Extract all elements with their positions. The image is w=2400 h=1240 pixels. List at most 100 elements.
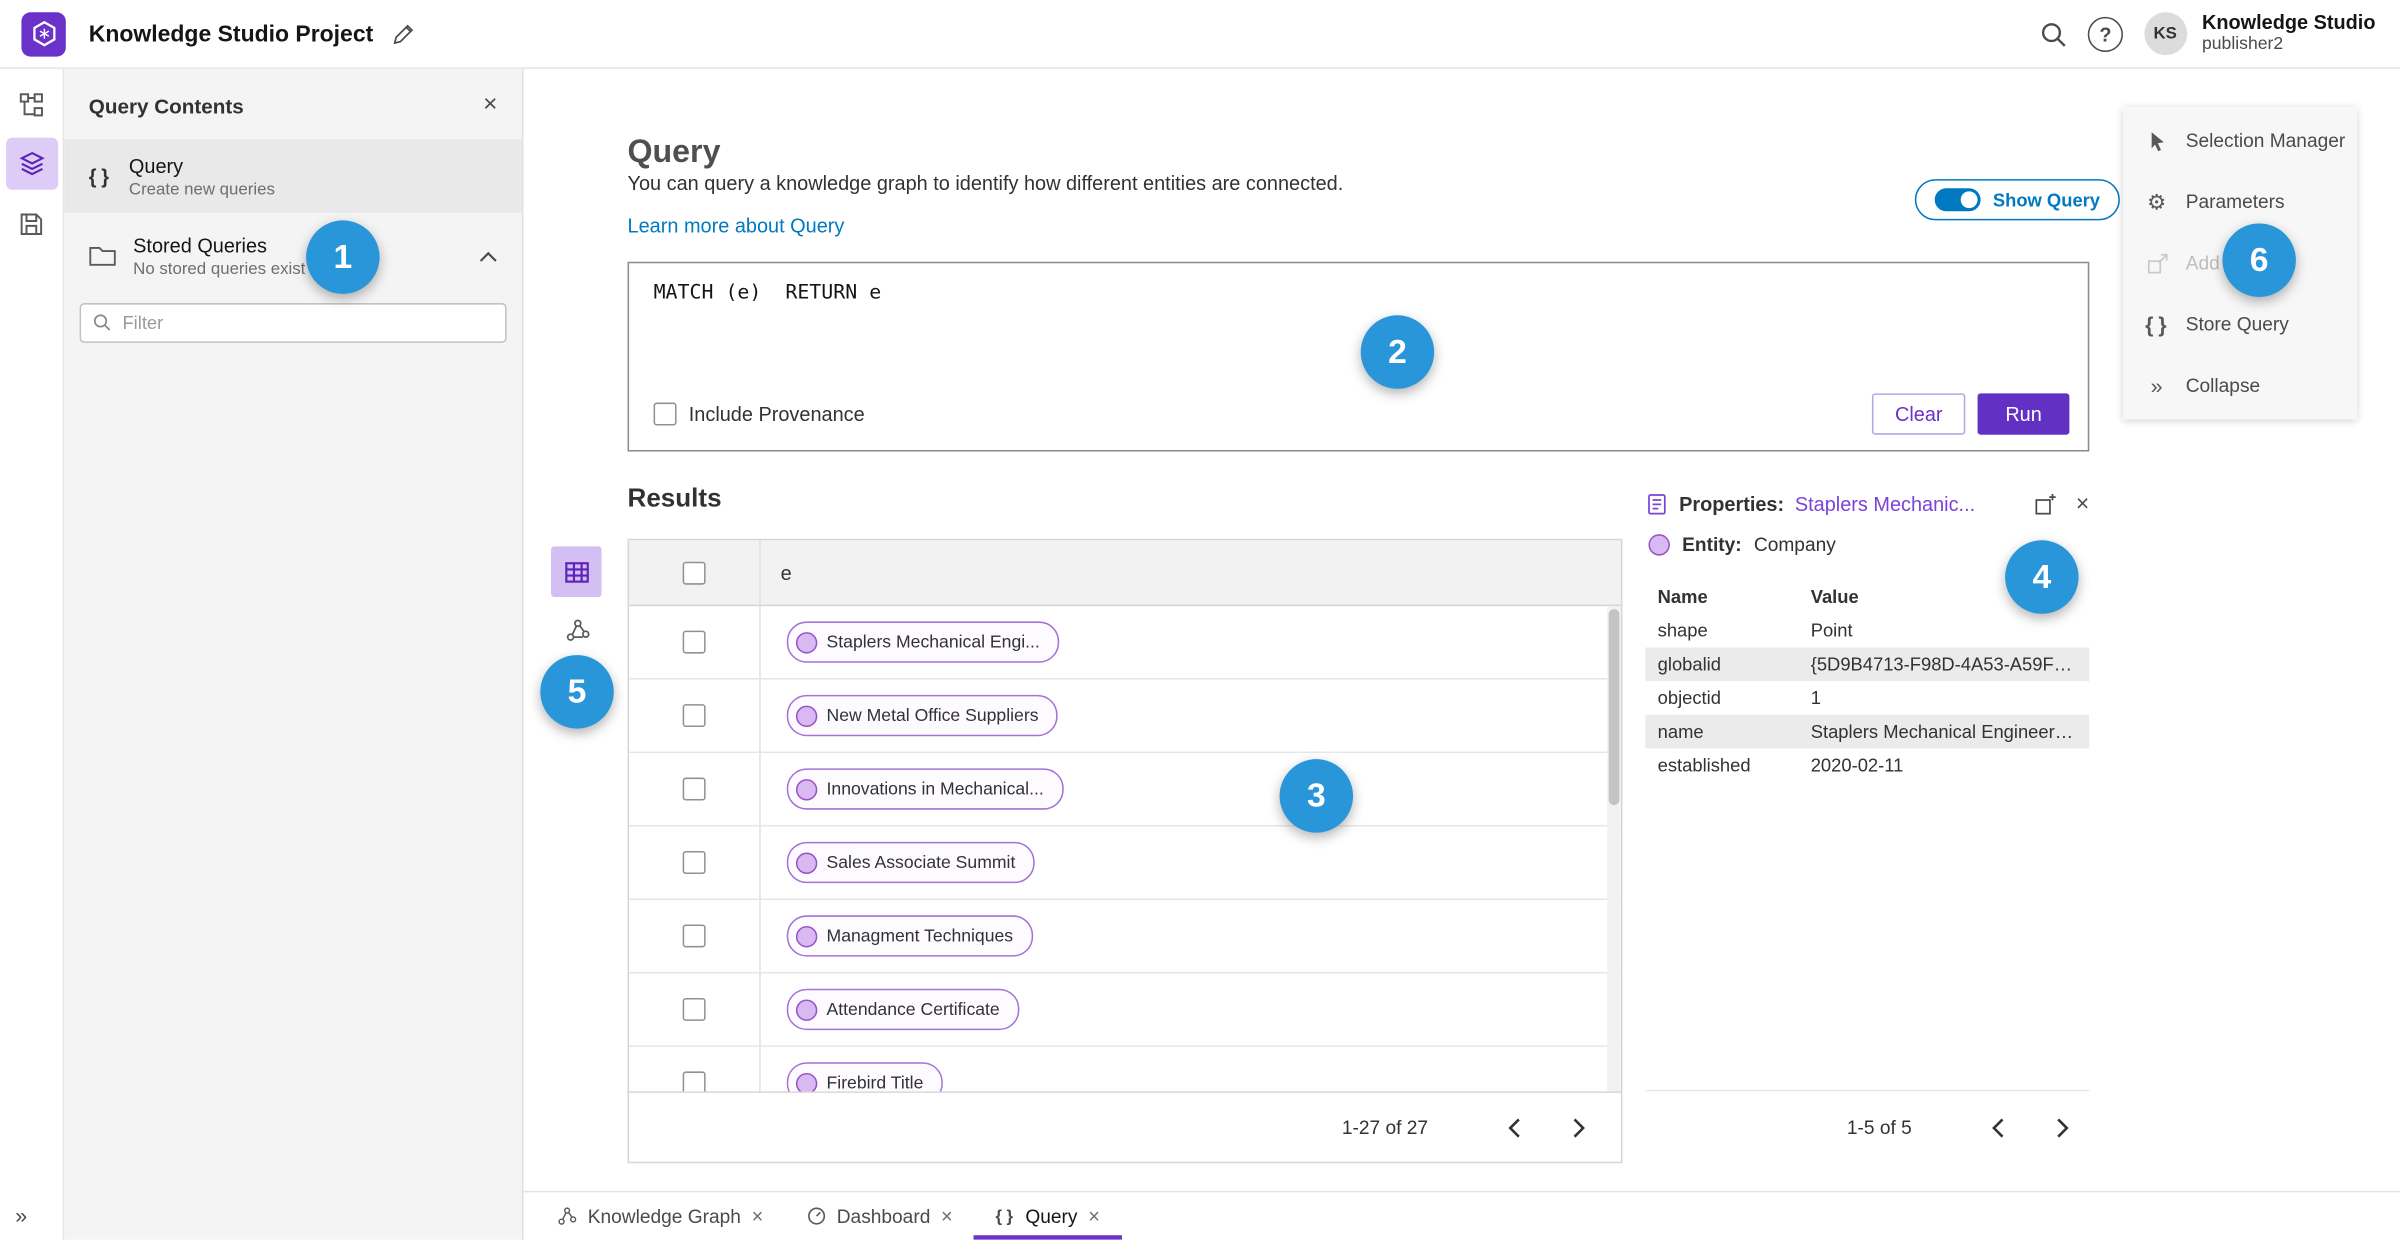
tab-query[interactable]: { } Query × — [974, 1192, 1121, 1239]
clear-button[interactable]: Clear — [1872, 393, 1966, 435]
entity-dot-icon — [1648, 534, 1670, 556]
row-checkbox-cell — [629, 753, 761, 825]
column-header-name: Name — [1657, 586, 1708, 608]
stored-queries-subtitle: No stored queries exist — [133, 260, 306, 279]
entity-chip[interactable]: New Metal Office Suppliers — [786, 694, 1059, 737]
graph-view-icon[interactable] — [560, 612, 594, 646]
properties-panel: Properties: Staplers Mechanic... × Entit… — [1645, 493, 2090, 782]
toggle-track — [1934, 188, 1981, 212]
scrollbar-track[interactable] — [1607, 606, 1621, 1092]
entity-chip[interactable]: Innovations in Mechanical... — [786, 768, 1064, 810]
annotation-badge: 5 — [540, 655, 614, 729]
table-view-icon[interactable] — [551, 546, 602, 597]
table-row: Innovations in Mechanical... — [629, 753, 1621, 827]
filter-input[interactable] — [79, 303, 507, 343]
property-name: shape — [1657, 619, 1708, 642]
tab-knowledge-graph[interactable]: Knowledge Graph × — [536, 1192, 785, 1239]
row-checkbox[interactable] — [682, 997, 706, 1021]
entity-dot-icon — [795, 631, 818, 653]
property-value: Point — [1810, 619, 1853, 642]
row-checkbox-cell — [629, 679, 761, 752]
select-all-checkbox[interactable] — [682, 560, 706, 584]
column-header-e: e — [780, 560, 792, 584]
row-checkbox-cell — [629, 973, 761, 1046]
menu-item-selection-manager[interactable]: Selection Manager — [2123, 110, 2357, 171]
user-info[interactable]: Knowledge Studio publisher2 — [2202, 11, 2376, 56]
add-to-map-icon — [2143, 252, 2171, 275]
learn-more-link[interactable]: Learn more about Query — [628, 214, 845, 237]
chevron-left-icon[interactable] — [1979, 1109, 2016, 1146]
menu-item-label: Collapse — [2185, 374, 2261, 397]
tab-label: Query — [1025, 1205, 1078, 1227]
hierarchy-icon[interactable] — [5, 78, 57, 130]
row-checkbox[interactable] — [682, 851, 706, 874]
scrollbar-thumb[interactable] — [1608, 609, 1620, 806]
stored-queries-section[interactable]: Stored Queries No stored queries exist — [64, 234, 522, 279]
close-icon[interactable]: × — [2076, 493, 2089, 516]
results-footer: 1-27 of 27 — [629, 1091, 1621, 1163]
include-provenance-checkbox[interactable] — [653, 402, 677, 426]
help-icon[interactable]: ? — [2080, 8, 2132, 60]
folder-icon — [89, 245, 117, 268]
menu-item-store-query[interactable]: { } Store Query — [2123, 294, 2357, 355]
avatar[interactable]: KS — [2143, 12, 2187, 56]
entity-chip[interactable]: Staplers Mechanical Engi... — [786, 621, 1060, 663]
properties-entity-link[interactable]: Staplers Mechanic... — [1795, 493, 1975, 516]
row-checkbox-cell — [629, 826, 761, 899]
row-checkbox[interactable] — [682, 777, 706, 801]
row-checkbox[interactable] — [682, 924, 706, 948]
property-row: established 2020-02-11 — [1645, 748, 2089, 782]
entity-label: Entity: — [1682, 534, 1742, 556]
sidebar-item-query[interactable]: { } Query Create new queries — [64, 139, 522, 213]
edit-title-icon[interactable] — [392, 22, 415, 45]
question-mark-icon: ? — [2087, 16, 2124, 52]
entity-dot-icon — [795, 1072, 818, 1092]
query-code-text[interactable]: MATCH (e) RETURN e — [654, 282, 882, 305]
property-row: globalid {5D9B4713-F98D-4A53-A59F-C11... — [1645, 647, 2090, 682]
menu-item-collapse[interactable]: » Collapse — [2123, 355, 2357, 416]
app-window: Knowledge Studio Project ? KS Knowledge … — [0, 0, 2400, 1240]
chevron-right-icon[interactable] — [2043, 1109, 2080, 1146]
stored-queries-title: Stored Queries — [133, 234, 267, 258]
search-icon[interactable] — [2027, 8, 2079, 60]
menu-item-parameters[interactable]: ⚙ Parameters — [2123, 171, 2357, 232]
property-row: shape Point — [1645, 614, 2089, 648]
entity-chip[interactable]: Managment Techniques — [786, 915, 1034, 957]
entity-chip[interactable]: Firebird Title — [786, 1062, 944, 1092]
entity-chip[interactable]: Attendance Certificate — [786, 988, 1020, 1031]
entity-dot-icon — [795, 851, 818, 874]
row-checkbox[interactable] — [682, 704, 706, 728]
braces-icon: { } — [2145, 312, 2169, 337]
toggle-knob — [1960, 191, 1978, 209]
entity-chip[interactable]: Sales Associate Summit — [786, 841, 1036, 884]
property-name: established — [1657, 754, 1751, 777]
project-title: Knowledge Studio Project — [88, 20, 374, 47]
open-in-new-icon[interactable] — [2035, 493, 2058, 516]
filter-field-wrap — [79, 303, 507, 343]
property-value: {5D9B4713-F98D-4A53-A59F-C11... — [1810, 653, 2077, 675]
query-editor[interactable]: MATCH (e) RETURN e Include Provenance Cl… — [627, 261, 2090, 452]
layers-icon[interactable] — [5, 137, 58, 190]
table-row: Firebird Title — [629, 1046, 1621, 1092]
show-query-toggle[interactable]: Show Query — [1914, 179, 2120, 221]
run-button[interactable]: Run — [1977, 393, 2070, 435]
user-role: publisher2 — [2201, 35, 2284, 54]
include-provenance-label: Include Provenance — [688, 402, 865, 426]
row-checkbox[interactable] — [682, 630, 706, 654]
close-icon[interactable]: × — [1088, 1206, 1100, 1226]
entity-chip-label: Sales Associate Summit — [826, 853, 1016, 872]
save-icon[interactable] — [5, 197, 57, 249]
expand-rail-icon[interactable]: » — [15, 1203, 27, 1227]
close-icon[interactable]: × — [752, 1206, 764, 1226]
app-logo-icon[interactable] — [21, 11, 66, 56]
chevron-left-icon[interactable] — [1495, 1110, 1532, 1147]
table-row: Attendance Certificate — [629, 973, 1621, 1047]
close-icon[interactable]: × — [941, 1206, 953, 1226]
chevron-up-icon[interactable] — [479, 250, 497, 262]
entity-value: Company — [1753, 534, 1836, 556]
tab-dashboard[interactable]: Dashboard × — [785, 1192, 974, 1239]
close-icon[interactable]: × — [483, 93, 497, 117]
row-checkbox[interactable] — [682, 1071, 706, 1092]
row-checkbox-cell — [629, 1046, 761, 1092]
chevron-right-icon[interactable] — [1560, 1110, 1597, 1147]
